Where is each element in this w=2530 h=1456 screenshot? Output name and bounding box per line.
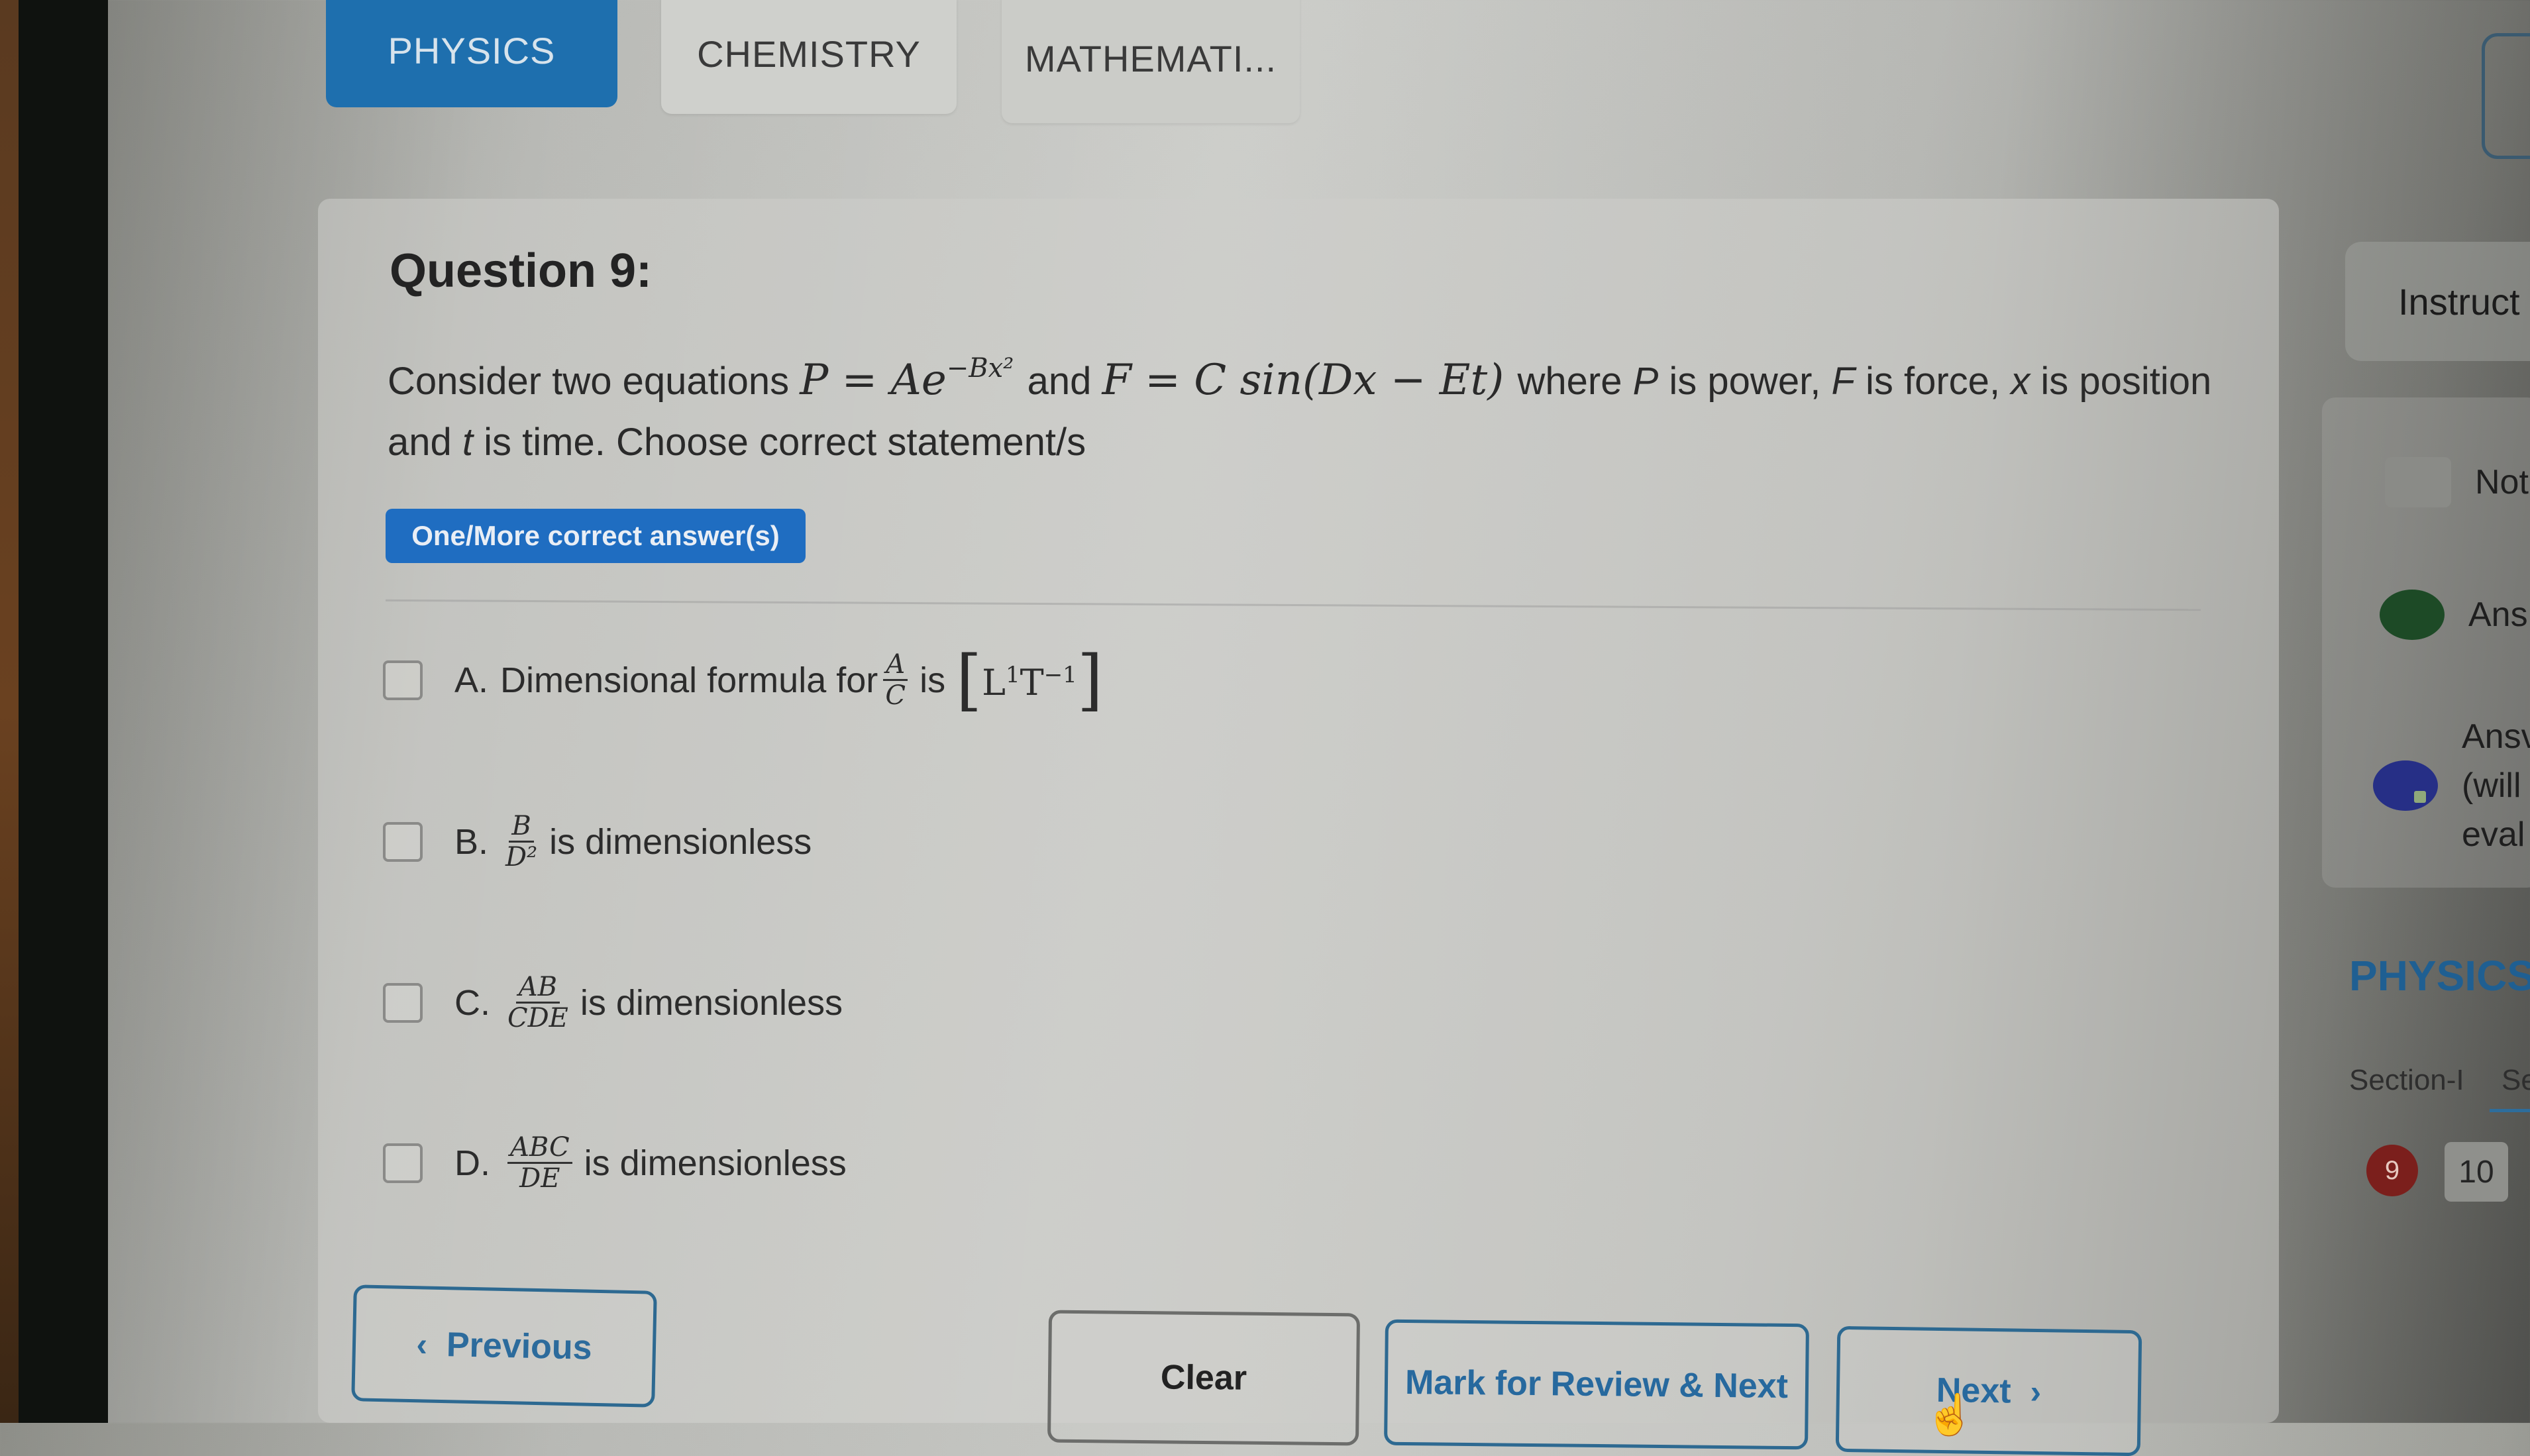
equation-2: F = C sin(Dx − Et) <box>1102 356 1504 405</box>
hand-pointer-cursor-icon: ☝ <box>1925 1392 1975 1437</box>
legend-answered: Ans <box>2380 590 2528 640</box>
answer-type-badge: One/More correct answer(s) <box>386 509 806 563</box>
previous-button[interactable]: ‹ Previous <box>351 1284 657 1408</box>
legend-answered-marked: Ansv (will eval <box>2373 712 2530 859</box>
sidebar-subject-title: PHYSICS <box>2349 952 2530 1000</box>
tab-chemistry[interactable]: CHEMISTRY <box>661 0 957 114</box>
legend-not-visited: Not <box>2385 457 2529 507</box>
section-tab-2[interactable]: Se <box>2502 1064 2530 1097</box>
section-tab-1[interactable]: Section-I <box>2349 1064 2464 1097</box>
answered-swatch-icon <box>2380 590 2445 640</box>
option-a-fraction: AC <box>883 650 908 710</box>
not-visited-swatch-icon <box>2385 457 2451 507</box>
equation-1: P = Ae−Bx² <box>800 353 1014 405</box>
tab-physics-label: PHYSICS <box>388 29 556 72</box>
option-a[interactable]: A. Dimensional formula for AC is [L1T−1] <box>383 641 1103 719</box>
clear-button[interactable]: Clear <box>1047 1310 1361 1446</box>
option-a-dimensional-formula: [L1T−1] <box>956 641 1103 719</box>
instructions-button[interactable]: Instruct <box>2345 242 2530 361</box>
question-palette-item[interactable]: 9 <box>2366 1145 2418 1196</box>
option-d-checkbox[interactable] <box>383 1143 423 1183</box>
tab-mathematics[interactable]: MATHEMATI... <box>1002 0 1300 123</box>
option-c-fraction: AB CDE <box>507 972 568 1033</box>
question-title: Question 9: <box>390 244 653 297</box>
chevron-right-icon: › <box>2030 1373 2042 1411</box>
sidebar-top-button[interactable] <box>2482 33 2530 159</box>
tab-mathematics-label: MATHEMATI... <box>1024 37 1277 79</box>
tab-physics[interactable]: PHYSICS <box>326 0 617 107</box>
option-b-fraction: B D² <box>505 811 538 872</box>
option-c-checkbox[interactable] <box>383 982 423 1023</box>
option-b-checkbox[interactable] <box>383 821 423 862</box>
option-d-fraction: ABC DE <box>507 1133 572 1193</box>
question-text-part1: Consider two equations <box>388 360 790 403</box>
option-a-checkbox[interactable] <box>383 660 423 700</box>
monitor-bezel <box>19 0 108 1423</box>
question-palette-item[interactable]: 10 <box>2445 1142 2508 1202</box>
chevron-left-icon: ‹ <box>415 1326 428 1363</box>
question-text: Consider two equations P = Ae−Bx² and F … <box>388 353 2212 464</box>
mark-for-review-next-button[interactable]: Mark for Review & Next <box>1384 1319 1809 1450</box>
answered-marked-swatch-icon <box>2373 760 2438 811</box>
next-button[interactable]: Next › <box>1835 1326 2142 1456</box>
option-d[interactable]: D. ABC DE is dimensionless <box>383 1133 847 1193</box>
section-active-indicator <box>2490 1109 2530 1112</box>
option-c[interactable]: C. AB CDE is dimensionless <box>383 972 843 1033</box>
option-b[interactable]: B. B D² is dimensionless <box>383 811 812 872</box>
photo-background-edge <box>0 0 19 1423</box>
question-connector: and <box>1027 360 1092 403</box>
tab-chemistry-label: CHEMISTRY <box>697 32 921 75</box>
